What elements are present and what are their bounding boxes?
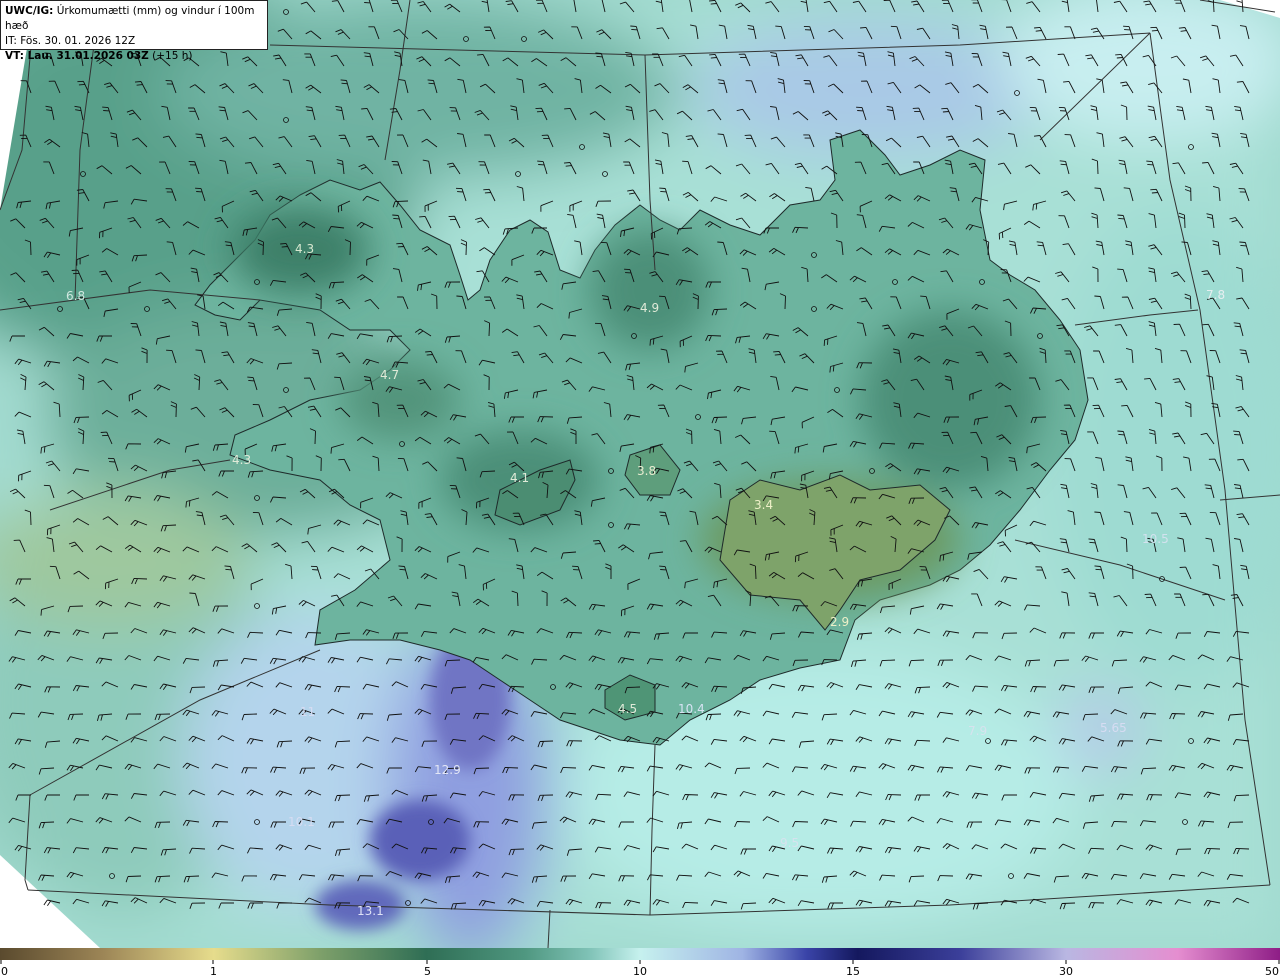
value-label: 13.1 [357, 904, 384, 918]
value-label: 4.3 [232, 453, 251, 467]
value-label: 7.9 [968, 724, 987, 738]
value-label: 3.8 [637, 464, 656, 478]
value-label: 6.8 [66, 289, 85, 303]
colorbar-tick-label: 0 [1, 965, 8, 978]
map-header: UWC/IG: Úrkomumætti (mm) og vindur í 100… [0, 0, 268, 62]
initial-time: IT: Fös. 30. 01. 2026 12Z [5, 35, 136, 47]
colorbar-tick-label: 30 [1059, 965, 1073, 978]
value-label: 4.5 [618, 702, 637, 716]
value-label: 3.4 [754, 498, 773, 512]
value-label: 5.65 [1100, 721, 1127, 735]
colorbar-ticks [0, 960, 1280, 964]
colorbar-tick-label: 10 [633, 965, 647, 978]
colorbar-tick-label: 50 [1265, 965, 1279, 978]
value-label: 10.1 [288, 815, 315, 829]
value-label: 4.3 [295, 242, 314, 256]
colorbar: 0 1 5 10 15 30 50 [0, 948, 1280, 978]
value-label: 4.1 [510, 471, 529, 485]
colorbar-tick-label: 15 [846, 965, 860, 978]
precipitable-water-map: 4.3 6.8 4.9 7.8 4.7 4.3 4.1 3.8 3.4 10.5… [0, 0, 1280, 948]
value-label: 10.5 [1142, 532, 1169, 546]
colorbar-tick-label: 5 [424, 965, 431, 978]
colorbar-gradient [0, 948, 1280, 960]
value-label: 10.4 [678, 702, 705, 716]
value-label: 2.9 [830, 615, 849, 629]
value-label: 7.8 [1206, 288, 1225, 302]
valid-time: VT: Lau. 31.01.2026 03Z (+15 h) [5, 50, 193, 62]
value-label: 4.9 [640, 301, 659, 315]
value-label: 11 [300, 705, 315, 719]
value-label: 12.9 [434, 763, 461, 777]
colorbar-tick-label: 1 [210, 965, 217, 978]
value-label: 4.7 [380, 368, 399, 382]
product-title: UWC/IG: Úrkomumætti (mm) og vindur í 100… [5, 5, 255, 32]
value-label: 9.5 [780, 836, 799, 850]
